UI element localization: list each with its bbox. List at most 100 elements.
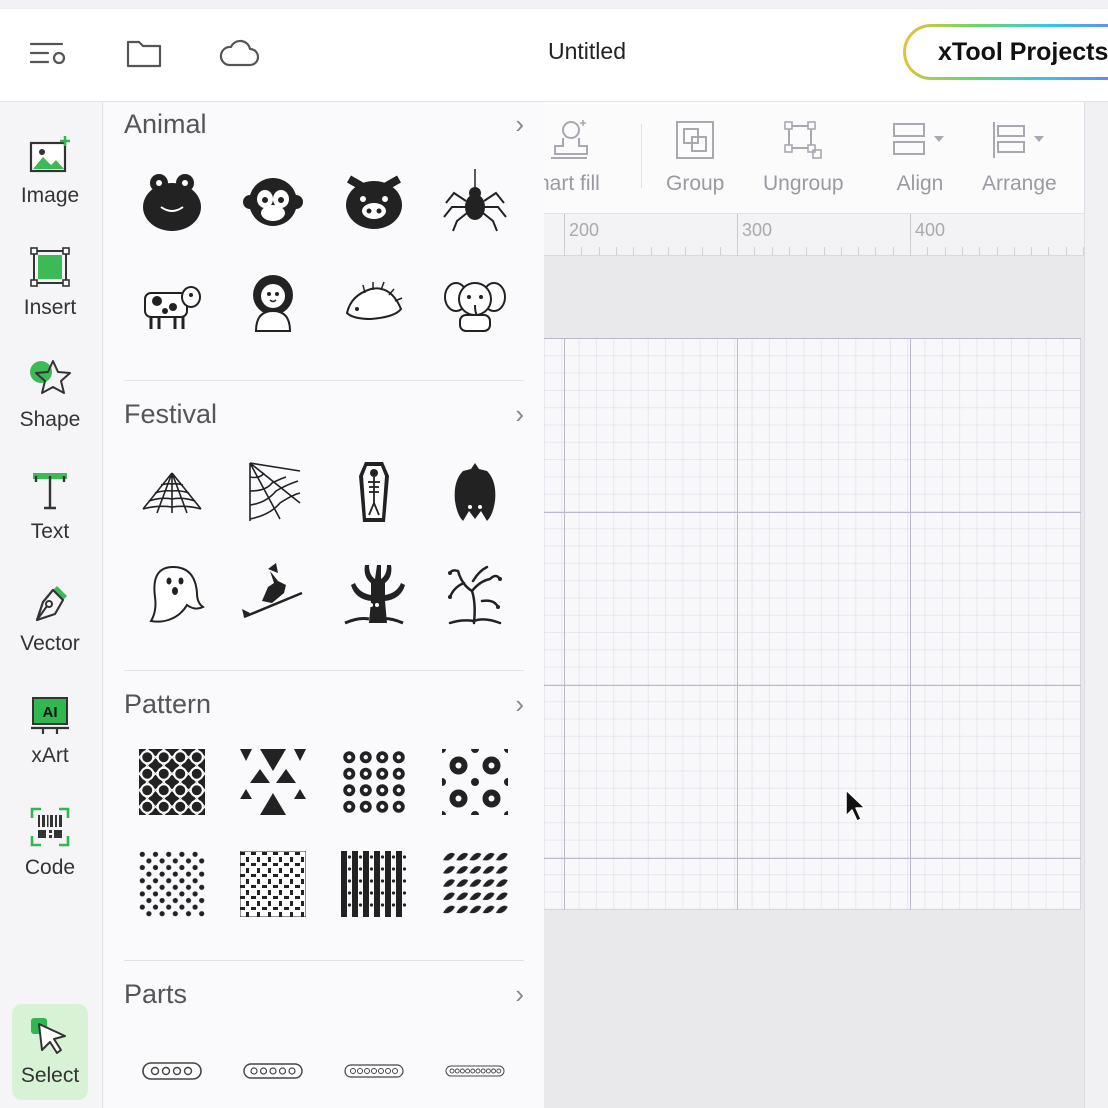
text-icon <box>27 468 73 514</box>
animal-monkey[interactable] <box>233 162 313 242</box>
arrange-button[interactable]: Arrange <box>982 116 1057 196</box>
rail-item-text[interactable]: Text <box>0 460 100 564</box>
rail-item-insert[interactable]: Insert <box>0 236 100 340</box>
canvas-area[interactable]: nart fill Group Ungroup Align Arrange 20… <box>544 102 1108 1108</box>
cloud-icon[interactable] <box>218 34 260 72</box>
festival-bat[interactable] <box>435 452 515 532</box>
animal-spider[interactable] <box>435 162 515 242</box>
ruler-minor-tick <box>719 247 721 255</box>
ruler-minor-tick <box>1031 247 1033 255</box>
festival-corner-web[interactable] <box>233 452 313 532</box>
animal-frog[interactable] <box>132 162 212 242</box>
ruler-label: 400 <box>915 220 946 240</box>
festival-spider-web[interactable] <box>132 452 212 532</box>
cursor-arrow-icon <box>31 1018 66 1054</box>
pattern-flowers[interactable] <box>334 742 414 822</box>
group-label: Group <box>666 172 725 195</box>
ruler-minor-tick <box>564 247 565 255</box>
ruler-minor-tick <box>858 247 860 255</box>
animal-hedgehog[interactable] <box>334 264 414 344</box>
ruler-minor-tick <box>944 247 946 255</box>
mouse-cursor-icon <box>845 789 866 822</box>
ungroup-icon <box>783 116 823 164</box>
ruler-minor-tick <box>633 247 635 255</box>
ruler-minor-tick <box>754 247 756 255</box>
ruler-minor-tick <box>702 247 704 255</box>
pattern-flower-grid[interactable] <box>435 742 515 822</box>
section-header[interactable]: Pattern › <box>124 682 524 726</box>
toolbar-separator <box>641 124 642 188</box>
animal-cow[interactable] <box>132 264 212 344</box>
section-divider <box>124 380 524 381</box>
ruler-minor-tick <box>1048 247 1050 255</box>
pattern-stripes[interactable] <box>334 844 414 924</box>
ruler-minor-tick <box>910 247 911 255</box>
rail-item-code[interactable]: Code <box>0 796 100 900</box>
ungroup-label: Ungroup <box>763 172 844 195</box>
horizontal-ruler: 200 300 400 <box>544 214 1084 256</box>
rail-item-image[interactable]: Image <box>0 124 100 228</box>
ruler-minor-tick <box>979 247 981 255</box>
rail-item-label: Insert <box>23 296 77 319</box>
parts-hole-strip-5[interactable] <box>233 1032 313 1108</box>
pattern-waves[interactable] <box>435 844 515 924</box>
grid-line <box>544 338 1081 339</box>
section-title: Animal <box>124 108 207 139</box>
smart-fill-icon <box>549 116 589 164</box>
top-bar: Untitled xTool Projects <box>0 0 1108 102</box>
svg-text:AI: AI <box>43 704 58 721</box>
festival-ghost[interactable] <box>132 554 212 634</box>
parts-hole-strip-4[interactable] <box>132 1032 212 1108</box>
xtool-projects-button[interactable]: xTool Projects <box>903 24 1108 80</box>
left-toolbar: Image Insert Shape Text Vector AI xArt C… <box>0 102 103 1108</box>
chevron-right-icon: › <box>515 978 524 1009</box>
section-header[interactable]: Animal › <box>124 102 524 146</box>
ruler-minor-tick <box>823 247 825 255</box>
rail-item-label: Shape <box>19 408 81 431</box>
section-header[interactable]: Parts › <box>124 972 524 1016</box>
section-divider <box>124 960 524 961</box>
rail-item-xart[interactable]: AI xArt <box>0 684 100 788</box>
group-button[interactable]: Group <box>666 116 724 196</box>
settings-menu-icon[interactable] <box>27 34 69 72</box>
festival-dead-tree[interactable] <box>435 554 515 634</box>
animal-elephant[interactable] <box>435 264 515 344</box>
grid-line <box>544 858 1081 859</box>
pattern-triangles[interactable] <box>233 742 313 822</box>
ruler-minor-tick <box>1065 247 1067 255</box>
rail-item-select[interactable]: Select <box>12 1004 88 1100</box>
folder-icon[interactable] <box>123 34 165 72</box>
festival-spooky-tree[interactable] <box>334 554 414 634</box>
ruler-minor-tick <box>927 247 929 255</box>
rail-item-vector[interactable]: Vector <box>0 572 100 676</box>
festival-witch[interactable] <box>233 554 313 634</box>
section-title: Festival <box>124 398 218 429</box>
parts-hole-strip-10[interactable] <box>435 1032 515 1108</box>
rail-item-shape[interactable]: Shape <box>0 348 100 452</box>
rail-item-label: Vector <box>20 632 80 655</box>
section-header[interactable]: Festival › <box>124 392 524 436</box>
smart-fill-label: nart fill <box>544 172 600 195</box>
smart-fill-button[interactable]: nart fill <box>544 116 600 196</box>
image-icon <box>27 132 73 178</box>
animal-pig[interactable] <box>334 162 414 242</box>
work-board[interactable] <box>544 338 1081 910</box>
section-title: Pattern <box>124 688 212 719</box>
ruler-minor-tick <box>892 247 894 255</box>
ruler-minor-tick <box>598 247 600 255</box>
parts-hole-strip-7[interactable] <box>334 1032 414 1108</box>
right-scroll-strip[interactable] <box>1084 102 1108 1108</box>
festival-coffin-skeleton[interactable] <box>334 452 414 532</box>
ungroup-button[interactable]: Ungroup <box>763 116 844 196</box>
pattern-dots[interactable] <box>132 844 212 924</box>
star-icon <box>27 356 73 402</box>
rail-item-label: Select <box>20 1064 80 1087</box>
chevron-right-icon: › <box>515 398 524 429</box>
xtool-projects-label: xTool Projects <box>906 27 1108 77</box>
ruler-minor-tick <box>615 247 617 255</box>
animal-lion[interactable] <box>233 264 313 344</box>
align-button[interactable]: Align <box>892 116 948 196</box>
pattern-circles[interactable] <box>132 742 212 822</box>
align-icon <box>892 116 948 164</box>
pattern-weave[interactable] <box>233 844 313 924</box>
